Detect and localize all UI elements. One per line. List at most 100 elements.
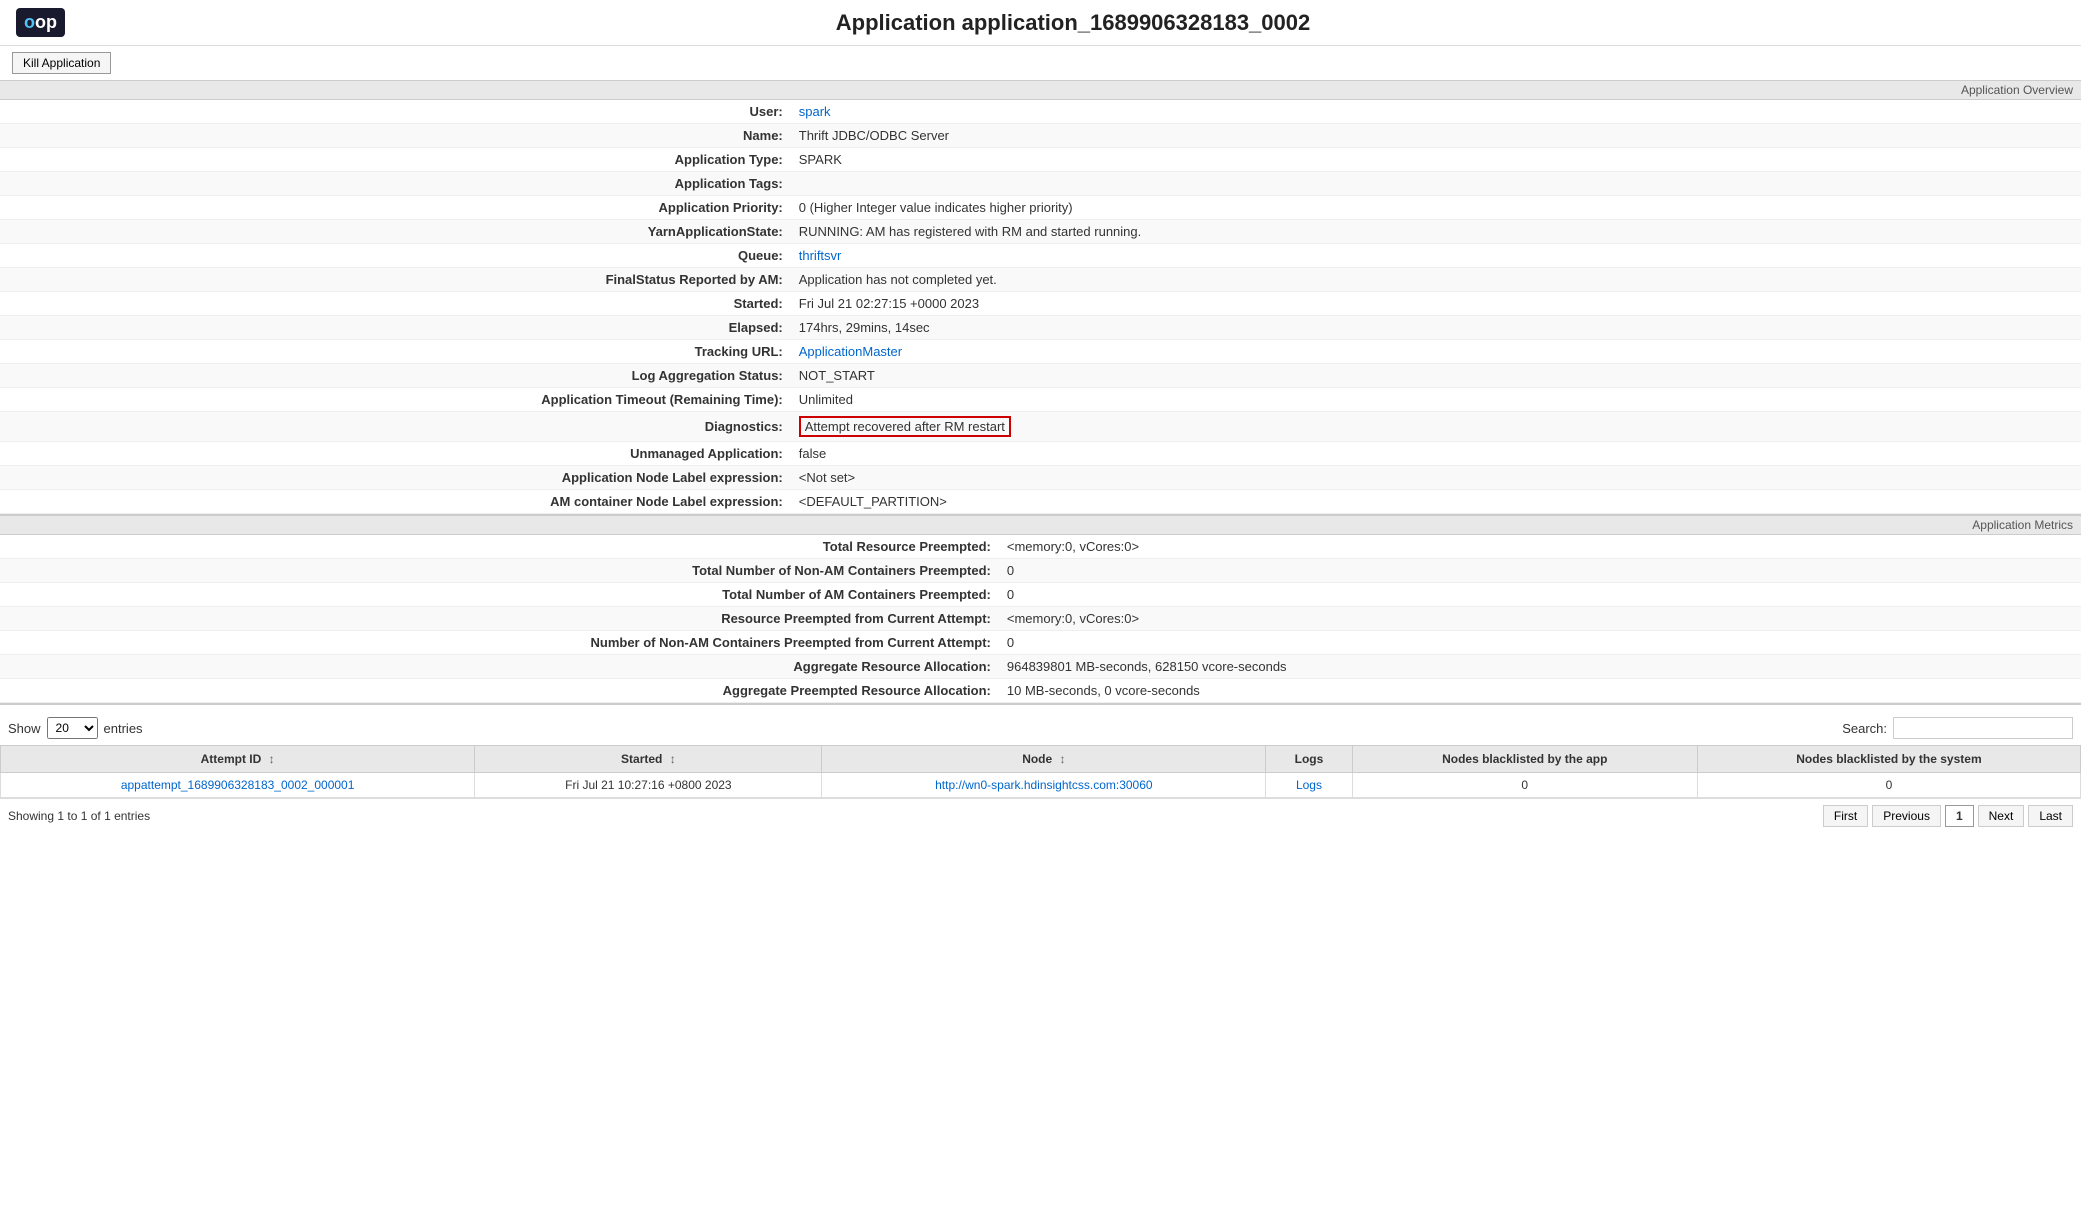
first-button[interactable]: First (1823, 805, 1868, 827)
app-metrics-header: Application Metrics (0, 516, 2081, 535)
metrics-row: Aggregate Preempted Resource Allocation:… (0, 679, 2081, 703)
table-row: appattempt_1689906328183_0002_000001 Fri … (1, 773, 2081, 798)
logs-cell: Logs (1266, 773, 1352, 798)
overview-label: Application Timeout (Remaining Time): (0, 388, 791, 412)
overview-value: NOT_START (791, 364, 2081, 388)
metrics-value: 0 (999, 583, 2081, 607)
metrics-value: 0 (999, 559, 2081, 583)
overview-row: Started:Fri Jul 21 02:27:15 +0000 2023 (0, 292, 2081, 316)
metrics-row: Resource Preempted from Current Attempt:… (0, 607, 2081, 631)
overview-value: spark (791, 100, 2081, 124)
page-header: oop Application application_168990632818… (0, 0, 2081, 46)
column-header: Nodes blacklisted by the system (1697, 746, 2080, 773)
page-title: Application application_1689906328183_00… (81, 10, 2065, 36)
column-header[interactable]: Attempt ID ↕ (1, 746, 475, 773)
overview-label: Tracking URL: (0, 340, 791, 364)
overview-row: Application Type:SPARK (0, 148, 2081, 172)
overview-row: Diagnostics:Attempt recovered after RM r… (0, 412, 2081, 442)
overview-row: User: spark (0, 100, 2081, 124)
overview-value: Attempt recovered after RM restart (791, 412, 2081, 442)
metrics-value: 0 (999, 631, 2081, 655)
attempts-table: Attempt ID ↕Started ↕Node ↕LogsNodes bla… (0, 745, 2081, 798)
search-input[interactable] (1893, 717, 2073, 739)
overview-label: Application Tags: (0, 172, 791, 196)
attempt-id-link[interactable]: appattempt_1689906328183_0002_000001 (121, 778, 355, 792)
metrics-label: Number of Non-AM Containers Preempted fr… (0, 631, 999, 655)
overview-row: AM container Node Label expression:<DEFA… (0, 490, 2081, 514)
app-metrics-table: Total Resource Preempted: <memory:0, vCor… (0, 535, 2081, 703)
overview-row: Application Node Label expression:<Not s… (0, 466, 2081, 490)
overview-value: Application has not completed yet. (791, 268, 2081, 292)
overview-value: Fri Jul 21 02:27:15 +0000 2023 (791, 292, 2081, 316)
column-header: Nodes blacklisted by the app (1352, 746, 1697, 773)
showing-text: Showing 1 to 1 of 1 entries (8, 809, 150, 823)
metrics-label: Aggregate Preempted Resource Allocation: (0, 679, 999, 703)
overview-value: <DEFAULT_PARTITION> (791, 490, 2081, 514)
column-header[interactable]: Node ↕ (822, 746, 1266, 773)
app-overview-header: Application Overview (0, 81, 2081, 100)
next-button[interactable]: Next (1978, 805, 2025, 827)
overview-value: Thrift JDBC/ODBC Server (791, 124, 2081, 148)
app-overview-table: User:sparkName:Thrift JDBC/ODBC ServerAp… (0, 100, 2081, 514)
overview-value: <Not set> (791, 466, 2081, 490)
overview-link[interactable]: spark (799, 104, 831, 119)
overview-row: Unmanaged Application:false (0, 442, 2081, 466)
app-overview-section: Application Overview User: spark Name:Thri… (0, 81, 2081, 516)
kill-application-button[interactable]: Kill Application (12, 52, 111, 74)
overview-label: YarnApplicationState: (0, 220, 791, 244)
show-label: Show (8, 721, 41, 736)
overview-value: RUNNING: AM has registered with RM and s… (791, 220, 2081, 244)
entries-select[interactable]: 102050100 (47, 717, 98, 739)
overview-label: Application Node Label expression: (0, 466, 791, 490)
column-header: Logs (1266, 746, 1352, 773)
current-page: 1 (1945, 805, 1974, 827)
overview-value: thriftsvr (791, 244, 2081, 268)
overview-label: Elapsed: (0, 316, 791, 340)
metrics-row: Aggregate Resource Allocation:964839801 … (0, 655, 2081, 679)
metrics-row: Total Number of AM Containers Preempted:… (0, 583, 2081, 607)
entries-label: entries (104, 721, 143, 736)
overview-label: Name: (0, 124, 791, 148)
previous-button[interactable]: Previous (1872, 805, 1941, 827)
toolbar: Kill Application (0, 46, 2081, 81)
overview-label: AM container Node Label expression: (0, 490, 791, 514)
overview-row: Application Priority:0 (Higher Integer v… (0, 196, 2081, 220)
metrics-label: Total Resource Preempted: (0, 535, 999, 559)
nodes-blacklisted-system-cell: 0 (1697, 773, 2080, 798)
overview-link[interactable]: ApplicationMaster (799, 344, 902, 359)
attempts-table-section: Show 102050100 entries Search: Attempt I… (0, 705, 2081, 841)
overview-label: Diagnostics: (0, 412, 791, 442)
metrics-row: Total Number of Non-AM Containers Preemp… (0, 559, 2081, 583)
pagination: First Previous 1 Next Last (1823, 805, 2073, 827)
overview-value (791, 172, 2081, 196)
overview-value: Unlimited (791, 388, 2081, 412)
overview-row: Elapsed:174hrs, 29mins, 14sec (0, 316, 2081, 340)
metrics-value: 964839801 MB-seconds, 628150 vcore-secon… (999, 655, 2081, 679)
logs-link[interactable]: Logs (1296, 778, 1322, 792)
overview-label: FinalStatus Reported by AM: (0, 268, 791, 292)
node-link[interactable]: http://wn0-spark.hdinsightcss.com:30060 (935, 778, 1152, 792)
overview-row: Log Aggregation Status:NOT_START (0, 364, 2081, 388)
started-cell: Fri Jul 21 10:27:16 +0800 2023 (475, 773, 822, 798)
overview-label: Log Aggregation Status: (0, 364, 791, 388)
metrics-label: Aggregate Resource Allocation: (0, 655, 999, 679)
overview-label: Application Priority: (0, 196, 791, 220)
metrics-value: 10 MB-seconds, 0 vcore-seconds (999, 679, 2081, 703)
last-button[interactable]: Last (2028, 805, 2073, 827)
logo: oop (16, 8, 65, 37)
attempt-id-cell: appattempt_1689906328183_0002_000001 (1, 773, 475, 798)
table-footer: Showing 1 to 1 of 1 entries First Previo… (0, 798, 2081, 833)
overview-row: FinalStatus Reported by AM:Application h… (0, 268, 2081, 292)
overview-row: Tracking URL: ApplicationMaster (0, 340, 2081, 364)
metrics-label: Total Number of Non-AM Containers Preemp… (0, 559, 999, 583)
overview-label: User: (0, 100, 791, 124)
overview-link[interactable]: thriftsvr (799, 248, 842, 263)
metrics-label: Resource Preempted from Current Attempt: (0, 607, 999, 631)
overview-label: Unmanaged Application: (0, 442, 791, 466)
search-box: Search: (1842, 717, 2073, 739)
column-header[interactable]: Started ↕ (475, 746, 822, 773)
metrics-value: <memory:0, vCores:0> (999, 607, 2081, 631)
overview-row: Application Tags: (0, 172, 2081, 196)
metrics-label: Total Number of AM Containers Preempted: (0, 583, 999, 607)
metrics-row: Number of Non-AM Containers Preempted fr… (0, 631, 2081, 655)
